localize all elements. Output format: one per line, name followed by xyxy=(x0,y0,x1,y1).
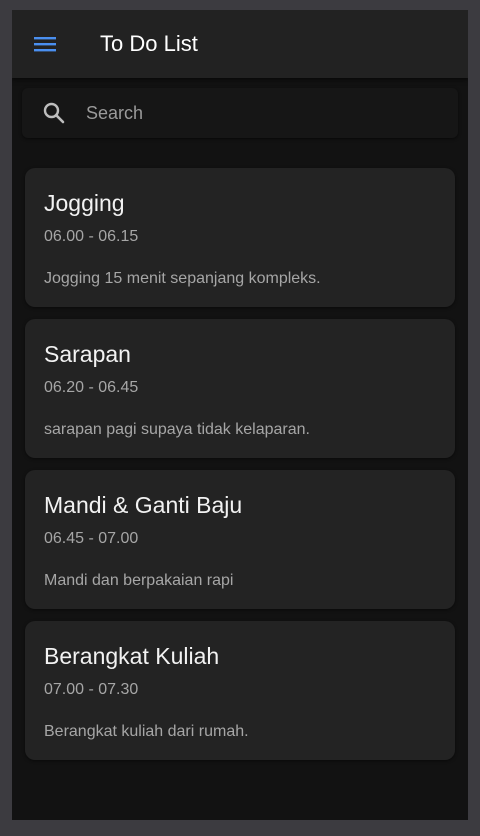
task-card-berangkat[interactable]: Berangkat Kuliah 07.00 - 07.30 Berangkat… xyxy=(25,621,455,760)
task-description: sarapan pagi supaya tidak kelaparan. xyxy=(44,421,310,438)
task-time: 06.00 - 06.15 xyxy=(44,228,139,245)
search-input[interactable] xyxy=(86,98,436,128)
task-description: Mandi dan berpakaian rapi xyxy=(44,572,234,589)
app-screen: To Do List Jogging 06.00 - 06.15 Jogging… xyxy=(12,10,468,820)
task-description: Berangkat kuliah dari rumah. xyxy=(44,723,249,740)
task-time: 06.20 - 06.45 xyxy=(44,379,139,396)
task-title: Mandi & Ganti Baju xyxy=(44,492,243,518)
task-title: Sarapan xyxy=(44,341,131,367)
task-time: 06.45 - 07.00 xyxy=(44,530,139,547)
task-title: Jogging xyxy=(44,190,125,216)
task-description: Jogging 15 menit sepanjang kompleks. xyxy=(44,270,321,287)
task-list: Jogging 06.00 - 06.15 Jogging 15 menit s… xyxy=(25,168,455,772)
menu-button[interactable] xyxy=(34,34,58,54)
hamburger-menu-icon xyxy=(34,37,56,52)
search-bar[interactable] xyxy=(22,88,458,138)
task-card-jogging[interactable]: Jogging 06.00 - 06.15 Jogging 15 menit s… xyxy=(25,168,455,307)
task-card-mandi[interactable]: Mandi & Ganti Baju 06.45 - 07.00 Mandi d… xyxy=(25,470,455,609)
task-time: 07.00 - 07.30 xyxy=(44,681,139,698)
page-title: To Do List xyxy=(100,31,198,56)
task-title: Berangkat Kuliah xyxy=(44,643,220,669)
search-icon xyxy=(43,102,65,124)
task-card-sarapan[interactable]: Sarapan 06.20 - 06.45 sarapan pagi supay… xyxy=(25,319,455,458)
toolbar: To Do List xyxy=(12,10,468,78)
